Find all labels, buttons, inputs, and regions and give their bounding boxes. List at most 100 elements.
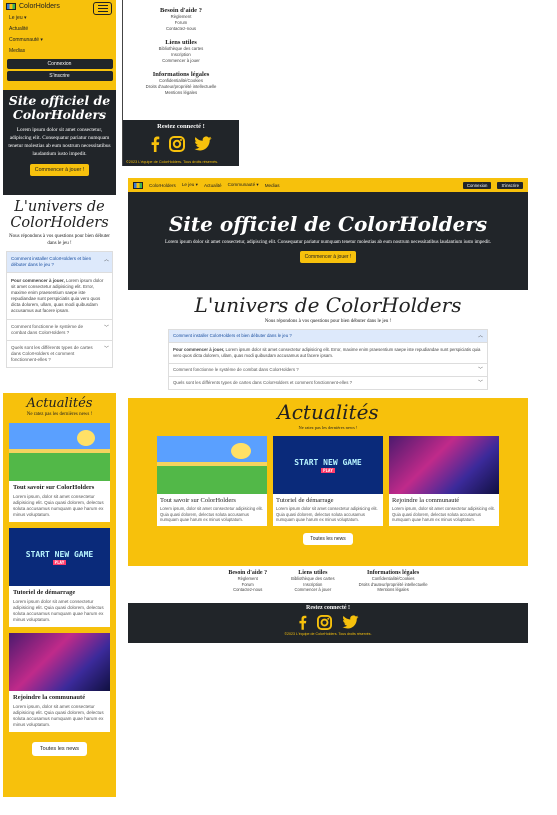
footer-legal: Informations légales Confidentialité/Coo… — [123, 71, 239, 96]
chevron-up-icon: ︿ — [477, 333, 483, 339]
news-card-title: Rejoindre la communauté — [13, 694, 86, 701]
footer-links: Besoin d'aide ? Règlement Forum Contacte… — [128, 566, 528, 603]
universe-section: L'univers de ColorHolders Nous répondons… — [3, 195, 116, 393]
twitter-icon[interactable] — [341, 615, 359, 629]
facebook-icon[interactable] — [298, 615, 307, 630]
news-card-text: Lorem ipsum, dolor sit amet consectetur … — [160, 506, 263, 522]
news-card-text: Lorem ipsum, dolor sit amet consectetur … — [13, 704, 104, 727]
news-card[interactable]: Tout savoir sur ColorHolders Lorem ipsum… — [9, 423, 110, 522]
desktop-navbar: ColorHolders Le jeu ▾ Actualité Communau… — [128, 178, 528, 192]
signup-button[interactable]: S'inscrire — [497, 181, 523, 189]
universe-title: L'univers de ColorHolders — [194, 293, 462, 317]
facebook-icon[interactable] — [150, 136, 160, 152]
faq-answer: Pour commencer à jouer, Lorem ipsum dolo… — [7, 273, 112, 320]
faq-item-install[interactable]: Comment installer ColorHolders et bien d… — [169, 330, 487, 343]
signup-button[interactable]: S'inscrire — [6, 71, 113, 81]
login-button[interactable]: Connexion — [462, 181, 492, 189]
instagram-icon[interactable] — [316, 615, 332, 630]
footer-link[interactable]: Commencer à jouer — [123, 58, 239, 64]
start-playing-button[interactable]: Commencer à jouer ! — [29, 164, 90, 176]
footer-useful: Liens utiles Bibliothèque des cartes Ins… — [123, 39, 239, 64]
footer-help: Besoin d'aide ? Règlement Forum Contacte… — [123, 7, 239, 32]
brand-name[interactable]: ColorHolders — [149, 183, 176, 188]
news-card-image: START NEW GAME PLAY — [9, 528, 110, 586]
news-card[interactable]: Tout savoir sur ColorHolders Lorem ipsum… — [157, 436, 267, 526]
social-section: Restez connecté ! ©2023 L'équipe de Colo… — [123, 120, 239, 166]
menu-toggle-button[interactable] — [93, 2, 112, 15]
news-card-text: Lorem ipsum dolor sit amet consectetur a… — [276, 506, 378, 522]
twitter-icon[interactable] — [194, 136, 212, 151]
start-playing-button[interactable]: Commencer à jouer ! — [299, 251, 357, 263]
nav-link-medias[interactable]: Medias — [265, 183, 280, 188]
faq-item-combat[interactable]: Comment fonctionne le système de combat … — [169, 364, 487, 377]
news-title: Actualités — [277, 400, 379, 424]
chevron-down-icon: ﹀ — [103, 325, 109, 331]
faq-accordion: Comment installer ColorHolders et bien d… — [6, 251, 113, 368]
news-card-image: START NEW GAME PLAY — [273, 436, 383, 494]
social-icons — [123, 136, 239, 152]
news-subtitle: Ne ratez pas les dernières news ! — [26, 412, 93, 417]
faq-item-install[interactable]: Comment installer ColorHolders et bien d… — [7, 252, 112, 273]
all-news-button[interactable]: Toutes les news — [303, 532, 353, 545]
news-card-title: Tout savoir sur ColorHolders — [13, 484, 95, 491]
footer-link[interactable]: Mentions légales — [359, 587, 428, 593]
faq-accordion: Comment installer ColorHolders et bien d… — [168, 329, 488, 390]
news-card[interactable]: Rejoindre la communauté Lorem ipsum, dol… — [389, 436, 499, 526]
news-card[interactable]: Rejoindre la communauté Lorem ipsum, dol… — [9, 633, 110, 732]
footer-link[interactable]: Commencer à jouer — [291, 587, 335, 593]
nav-link-communaute[interactable]: Communauté ▾ — [228, 182, 259, 188]
footer-useful-title: Liens utiles — [165, 39, 197, 46]
nav-link-actualite[interactable]: Actualité — [9, 24, 113, 35]
hero-title: Site officiel de ColorHolders — [8, 93, 111, 122]
chevron-down-icon: ﹀ — [477, 367, 483, 373]
news-card-title: Tutoriel de démarrage — [13, 589, 76, 596]
nav-link-jeu[interactable]: Le jeu ▾ — [182, 182, 198, 188]
news-cards: Tout savoir sur ColorHolders Lorem ipsum… — [128, 436, 528, 526]
instagram-icon[interactable] — [169, 136, 185, 152]
news-card-text: Lorem ipsum dolor sit amet consectetur a… — [13, 599, 104, 622]
news-section: Actualités Ne ratez pas les dernières ne… — [3, 393, 116, 797]
faq-item-combat[interactable]: Comment fonctionne le système de combat … — [7, 320, 112, 341]
footer-link[interactable]: Contactez-nous — [228, 587, 267, 593]
nav-link-communaute[interactable]: Communauté ▾ — [9, 35, 113, 46]
news-card-title: Rejoindre la communauté — [392, 497, 460, 504]
footer-useful: Liens utiles Bibliothèque des cartes Ins… — [291, 570, 335, 603]
copyright: ©2023 L'équipe de ColorHolders. Tous dro… — [126, 160, 219, 164]
footer-link[interactable]: Bibliothèque des cartes — [291, 576, 335, 582]
logo-icon — [6, 3, 16, 10]
news-card[interactable]: START NEW GAME PLAY Tutoriel de démarrage… — [273, 436, 383, 526]
copyright: ©2023 L'équipe de ColorHolders. Tous dro… — [284, 632, 372, 636]
universe-subtitle: Nous répondons à vos questions pour bien… — [264, 319, 392, 324]
social-icons — [128, 615, 528, 630]
all-news-button[interactable]: Toutes les news — [31, 742, 88, 756]
nav-link-actualite[interactable]: Actualité — [204, 183, 222, 188]
footer-link[interactable]: Mentions légales — [123, 90, 239, 96]
universe-section: L'univers de ColorHolders Nous répondons… — [128, 290, 528, 398]
nav-link-medias[interactable]: Medias — [9, 46, 113, 57]
hero-section: Site officiel de ColorHolders Lorem ipsu… — [3, 90, 116, 195]
hero-text: Lorem ipsum dolor sit amet consectetur, … — [164, 240, 492, 245]
footer-link[interactable]: Contactez-nous — [123, 26, 239, 32]
login-button[interactable]: Connexion — [6, 59, 113, 69]
faq-item-cards[interactable]: Quels sont les différents types de carte… — [169, 377, 487, 389]
social-title: Restez connecté ! — [157, 123, 205, 130]
news-card-image — [157, 436, 267, 494]
social-section: Restez connecté ! ©2023 L'équipe de Colo… — [128, 603, 528, 643]
faq-item-cards[interactable]: Quels sont les différents types de carte… — [7, 341, 112, 367]
hero-text: Lorem ipsum dolor sit amet consectetur, … — [8, 127, 111, 157]
hero-section: Site officiel de ColorHolders Lorem ipsu… — [128, 192, 528, 290]
footer-legal: Informations légales Confidentialité/Coo… — [359, 570, 428, 603]
news-card[interactable]: START NEW GAME PLAY Tutoriel de démarrage… — [9, 528, 110, 627]
mobile-nav-links: Le jeu ▾ Actualité Communauté ▾ Medias — [6, 13, 113, 57]
brand-name: ColorHolders — [19, 3, 60, 10]
footer-legal-title: Informations légales — [152, 71, 210, 78]
faq-answer: Pour commencer à jouer, Lorem ipsum dolo… — [169, 343, 487, 364]
news-card-image — [389, 436, 499, 494]
mobile-navbar: ColorHolders Le jeu ▾ Actualité Communau… — [3, 0, 116, 90]
news-card-text: Lorem ipsum, dolor sit amet consectetur … — [392, 506, 495, 522]
universe-subtitle: Nous répondons à vos questions pour bien… — [9, 234, 110, 246]
news-title: Actualités — [26, 396, 93, 411]
news-card-image — [9, 633, 110, 691]
news-subtitle: Ne ratez pas les dernières news ! — [298, 425, 358, 430]
logo-icon — [133, 181, 143, 189]
